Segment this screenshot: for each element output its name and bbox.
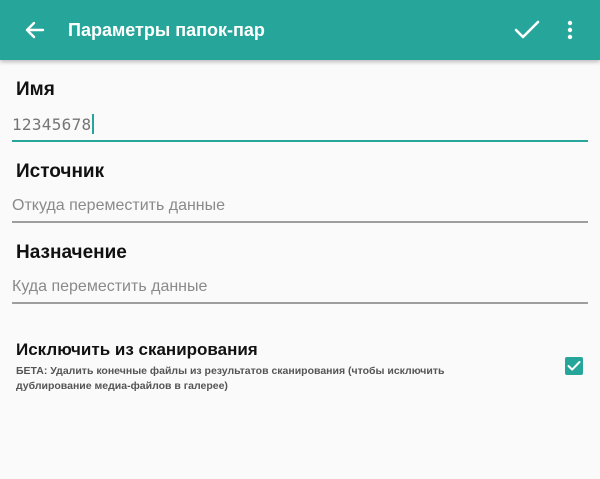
checkmark-icon [567, 361, 581, 371]
arrow-back-icon [25, 21, 45, 39]
more-options-button[interactable] [560, 15, 580, 45]
app-bar: Параметры папок-пар [0, 0, 600, 60]
text-cursor [92, 114, 95, 134]
back-button[interactable] [22, 17, 48, 43]
source-input[interactable]: Откуда переместить данные [12, 193, 588, 223]
confirm-button[interactable] [512, 15, 542, 45]
name-label: Имя [16, 79, 55, 100]
more-vert-icon [567, 20, 573, 40]
exclude-scan-description: БЕТА: Удалить конечные файлы из результа… [16, 365, 445, 392]
exclude-scan-checkbox[interactable] [565, 357, 583, 375]
page-title: Параметры папок-пар [68, 20, 265, 40]
name-input-value: 12345678 [12, 115, 92, 134]
destination-input-placeholder: Куда переместить данные [12, 278, 208, 295]
exclude-scan-title: Исключить из сканирования [16, 340, 258, 359]
check-icon [514, 20, 540, 39]
source-label: Источник [16, 161, 105, 182]
destination-label: Назначение [16, 242, 127, 263]
name-input[interactable]: 12345678 [12, 112, 588, 142]
source-input-placeholder: Откуда переместить данные [12, 197, 226, 214]
destination-input[interactable]: Куда переместить данные [12, 274, 588, 304]
